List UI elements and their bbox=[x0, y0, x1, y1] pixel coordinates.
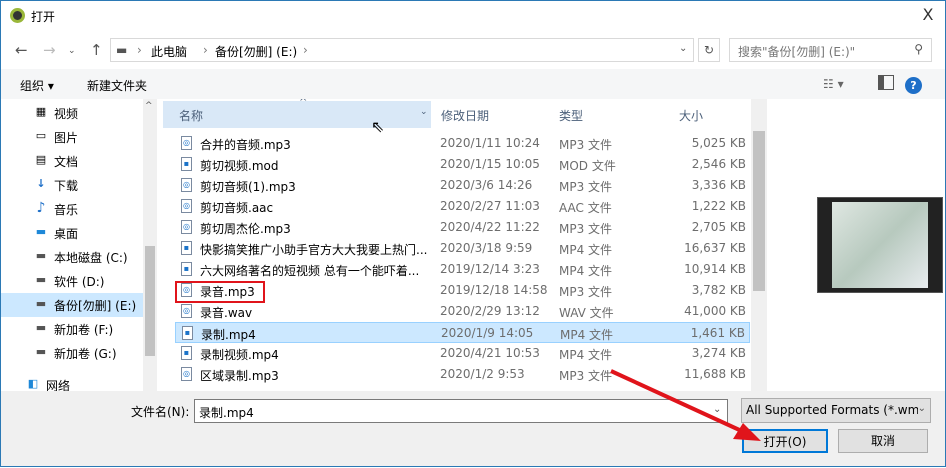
annotation-arrow bbox=[610, 369, 761, 441]
